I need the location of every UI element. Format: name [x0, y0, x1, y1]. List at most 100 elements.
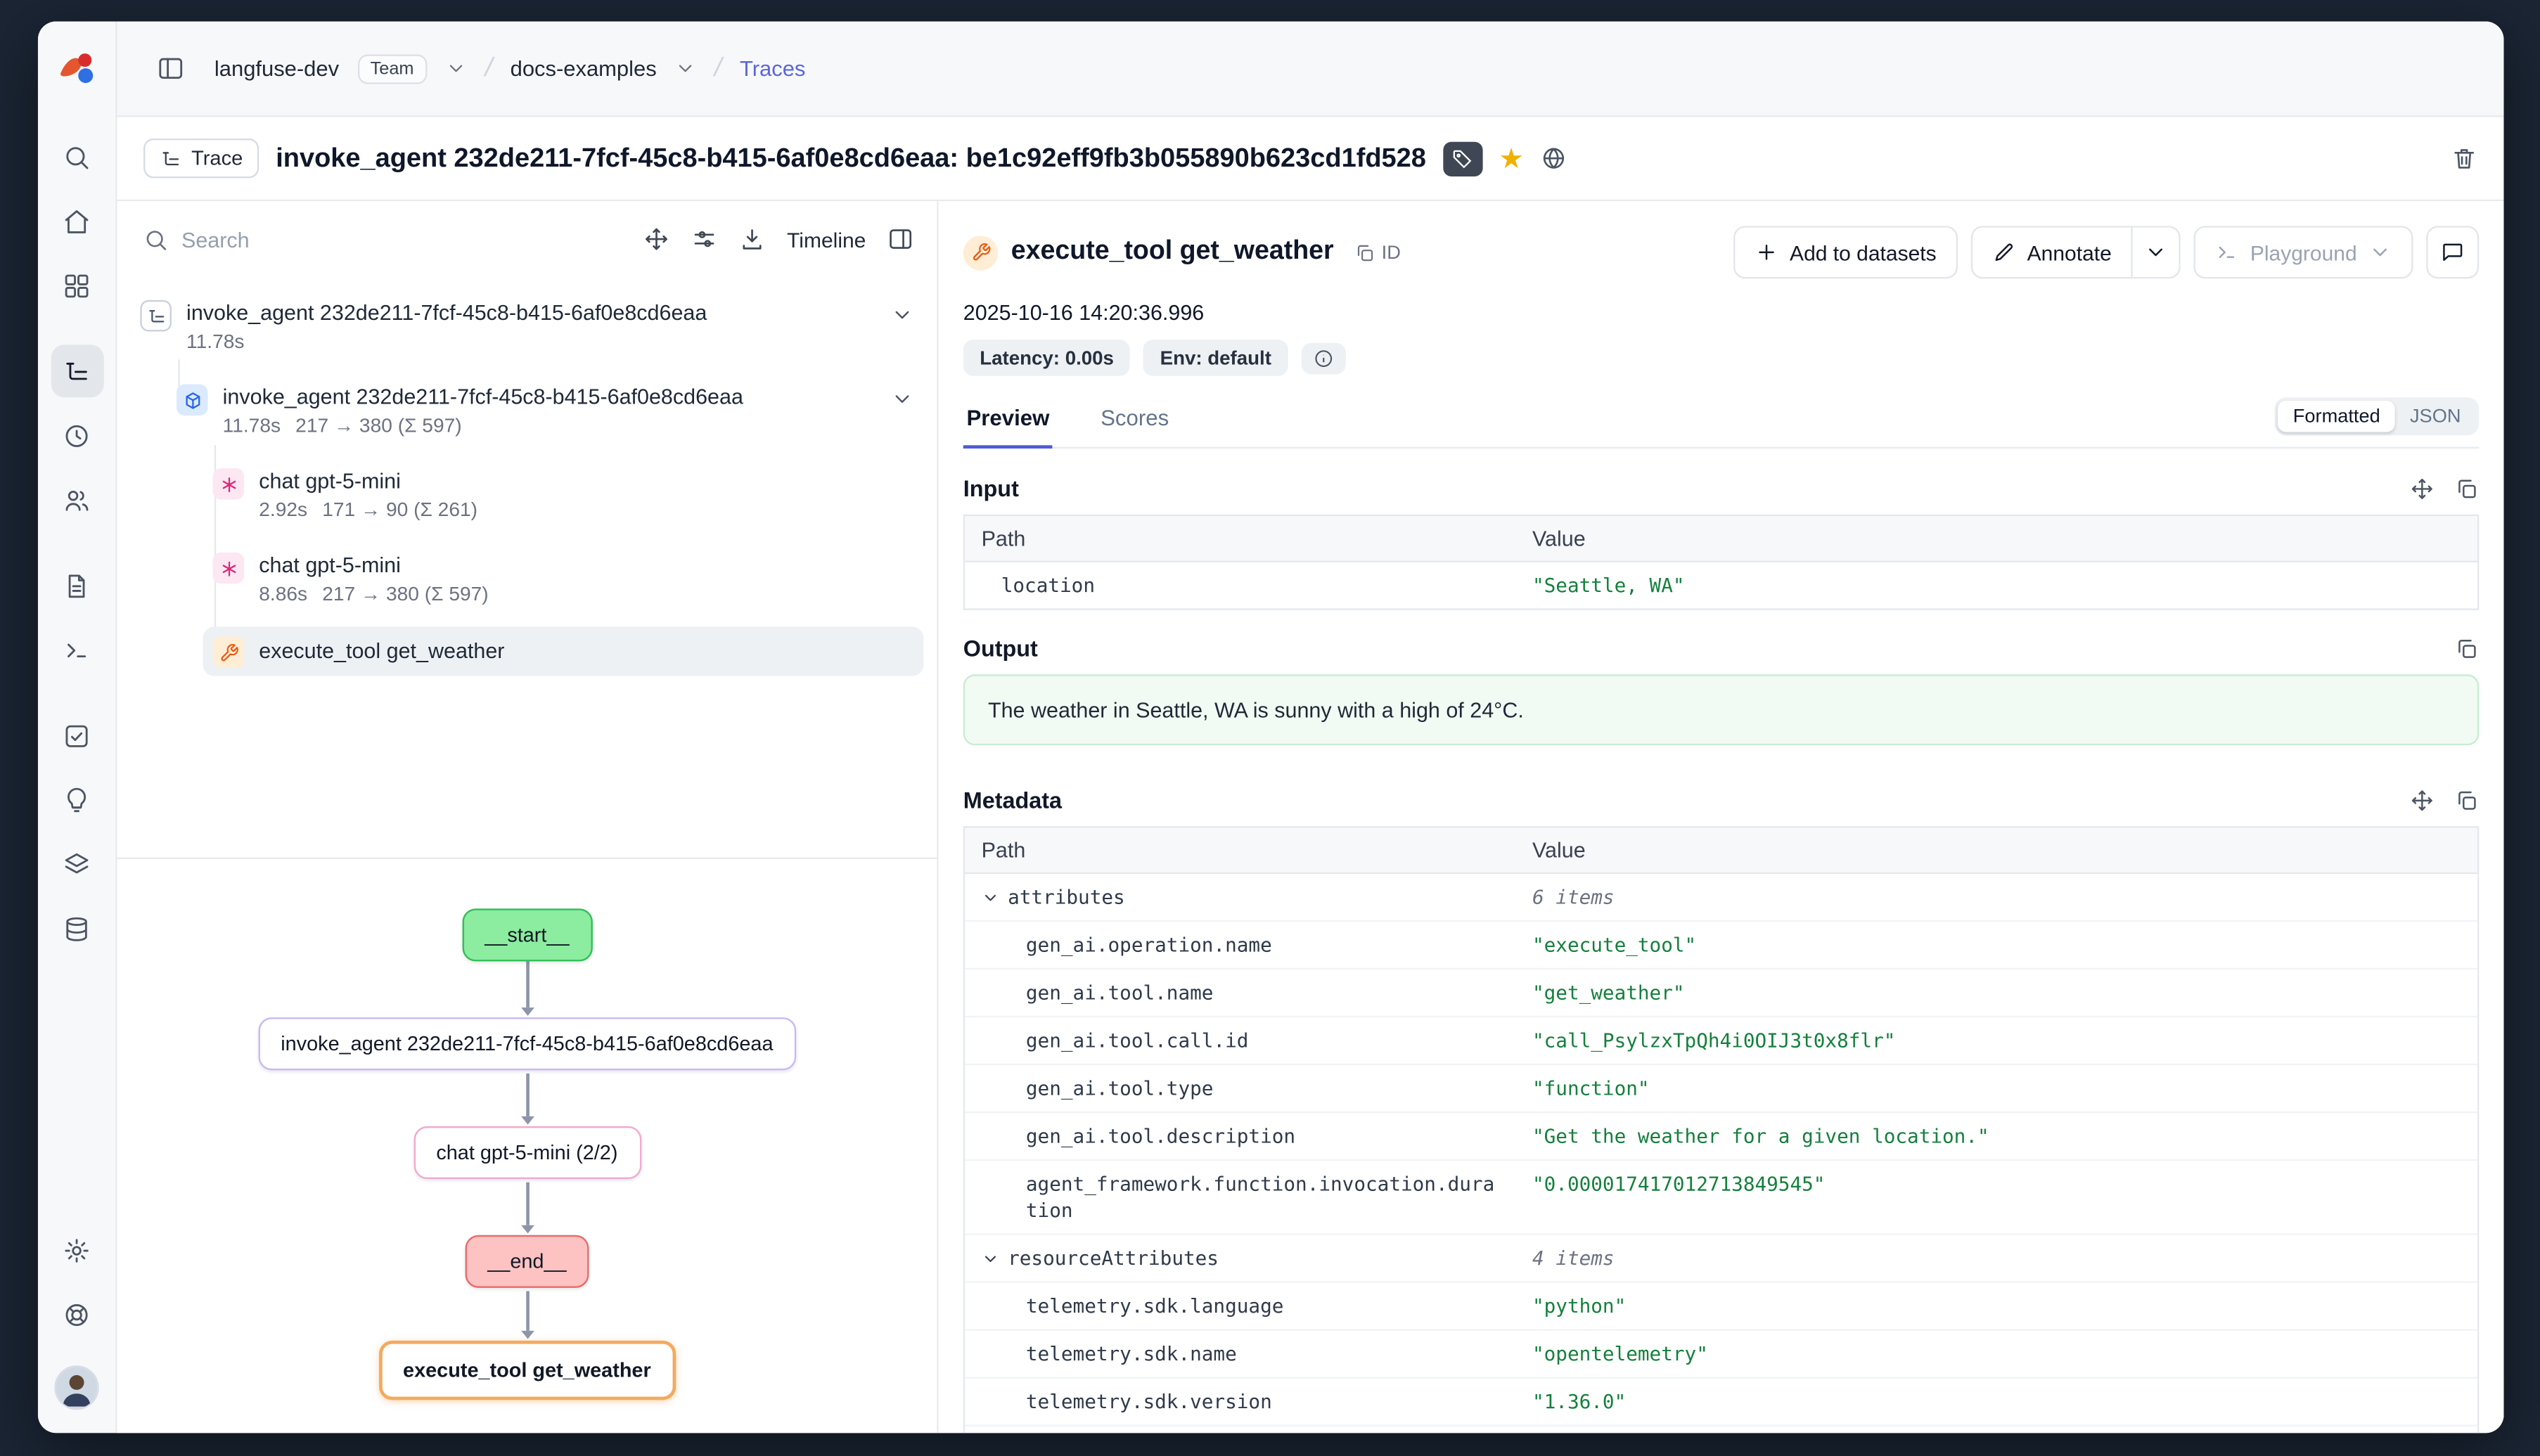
- kv-path: service.name: [965, 1426, 1522, 1433]
- tree-node-duration: 11.78s: [223, 414, 281, 437]
- nav-sidebar: [38, 21, 117, 1433]
- tab-preview[interactable]: Preview: [963, 396, 1053, 449]
- display-settings-icon[interactable]: [691, 226, 718, 252]
- tree-row-tool-selected[interactable]: execute_tool get_weather: [203, 626, 923, 676]
- timeline-toggle[interactable]: Timeline: [787, 227, 866, 252]
- input-table-header: Path Value: [965, 516, 2477, 562]
- graph-node-chat[interactable]: chat gpt-5-mini (2/2): [413, 1126, 641, 1179]
- pencil-icon: [1992, 240, 2015, 264]
- chevron-down-icon[interactable]: [891, 299, 914, 335]
- info-icon[interactable]: [1301, 342, 1345, 374]
- tree-node-label: invoke_agent 232de211-7fcf-45c8-b415-6af…: [186, 299, 707, 328]
- table-row-group[interactable]: resourceAttributes 4 items: [965, 1233, 2477, 1281]
- tree-node-tokens: 217 → 380 (Σ 597): [322, 582, 488, 605]
- tree-row-generation-1[interactable]: chat gpt-5-mini 2.92s171 → 90 (Σ 261): [203, 458, 923, 533]
- settings-icon[interactable]: [51, 1223, 103, 1276]
- detail-header: execute_tool get_weather ID Add to datas…: [963, 226, 2480, 278]
- add-to-datasets-button[interactable]: Add to datasets: [1733, 226, 1958, 278]
- star-icon[interactable]: ★: [1499, 144, 1524, 172]
- tracing-icon[interactable]: [51, 344, 103, 397]
- graph-node-agent[interactable]: invoke_agent 232de211-7fcf-45c8-b415-6af…: [257, 1017, 796, 1070]
- kv-path: location: [965, 562, 1522, 609]
- metadata-heading: Metadata: [963, 788, 1062, 813]
- tree-row-agent[interactable]: invoke_agent 232de211-7fcf-45c8-b415-6af…: [167, 374, 924, 449]
- table-row: gen_ai.operation.name "execute_tool": [965, 920, 2477, 968]
- badge-row: Latency: 0.00s Env: default: [963, 340, 2480, 376]
- copy-id-button[interactable]: ID: [1354, 242, 1401, 263]
- breadcrumb-org[interactable]: langfuse-dev: [214, 56, 339, 81]
- dashboards-icon[interactable]: [51, 259, 103, 311]
- user-avatar[interactable]: [54, 1365, 98, 1410]
- kv-value: "function": [1522, 1065, 2477, 1112]
- kv-value: "Seattle, WA": [1522, 562, 2477, 609]
- metadata-table-header: Path Value: [965, 827, 2477, 874]
- tree-node-label: chat gpt-5-mini: [259, 550, 488, 580]
- terminal-icon: [2216, 240, 2239, 264]
- prompts-icon[interactable]: [51, 559, 103, 612]
- copy-icon[interactable]: [2454, 788, 2479, 813]
- crosshair-icon[interactable]: [2410, 788, 2435, 813]
- collapse-panel-icon[interactable]: [887, 226, 914, 252]
- tag-icon[interactable]: [1442, 141, 1482, 176]
- input-table: Path Value location "Seattle, WA": [963, 515, 2480, 610]
- graph-node-start[interactable]: __start__: [461, 908, 592, 961]
- kv-value: "Get the weather for a given location.": [1522, 1113, 2477, 1159]
- annotate-button[interactable]: Annotate: [1971, 226, 2133, 278]
- breadcrumb-divider: /: [711, 53, 724, 83]
- table-row: gen_ai.tool.description "Get the weather…: [965, 1112, 2477, 1159]
- tree-row-trace[interactable]: invoke_agent 232de211-7fcf-45c8-b415-6af…: [130, 290, 923, 365]
- breadcrumb-project[interactable]: docs-examples: [511, 56, 657, 81]
- evaluations-icon[interactable]: [51, 709, 103, 762]
- playground-label: Playground: [2250, 240, 2357, 264]
- users-icon[interactable]: [51, 473, 103, 526]
- search-icon[interactable]: [51, 130, 103, 183]
- copy-icon[interactable]: [2454, 477, 2479, 501]
- crosshair-icon[interactable]: [643, 226, 670, 252]
- chevron-down-icon[interactable]: [674, 58, 695, 79]
- table-row: gen_ai.tool.type "function": [965, 1064, 2477, 1112]
- input-section-header: Input: [963, 477, 2480, 501]
- kv-value: "call_PsylzxTpQh4i0OIJ3t0x8flr": [1522, 1017, 2477, 1064]
- sidebar-toggle-icon[interactable]: [143, 42, 196, 95]
- format-formatted-option[interactable]: Formatted: [2278, 401, 2395, 432]
- insights-icon[interactable]: [51, 773, 103, 826]
- trace-type-icon: [160, 148, 181, 169]
- tree-node-duration: 2.92s: [259, 498, 307, 521]
- graph-node-tool-selected[interactable]: execute_tool get_weather: [378, 1341, 676, 1400]
- trash-icon[interactable]: [2451, 145, 2477, 172]
- home-icon[interactable]: [51, 195, 103, 247]
- annotate-dropdown-button[interactable]: [2133, 226, 2181, 278]
- sessions-icon[interactable]: [51, 409, 103, 462]
- chevron-down-icon[interactable]: [445, 58, 466, 79]
- content-split: Timeline invoke_agent 232de211-7fcf-45c8…: [117, 201, 2504, 1433]
- trace-icon: [140, 300, 172, 332]
- globe-icon[interactable]: [1540, 145, 1567, 172]
- comments-button[interactable]: [2426, 226, 2479, 278]
- table-row-group[interactable]: attributes 6 items: [965, 874, 2477, 920]
- datasets-icon[interactable]: [51, 838, 103, 891]
- support-icon[interactable]: [51, 1288, 103, 1341]
- env-badge: Env: default: [1143, 340, 1288, 376]
- playground-button[interactable]: Playground: [2194, 226, 2413, 278]
- table-row: location "Seattle, WA": [965, 562, 2477, 609]
- search-icon: [143, 227, 168, 252]
- detail-tabs: Preview Scores Formatted JSON: [963, 396, 2480, 449]
- search-input[interactable]: [181, 227, 412, 252]
- kv-value: "execute_tool": [1522, 922, 2477, 968]
- graph-node-end[interactable]: __end__: [464, 1235, 589, 1288]
- crosshair-icon[interactable]: [2410, 477, 2435, 501]
- tree-row-generation-2[interactable]: chat gpt-5-mini 8.86s217 → 380 (Σ 597): [203, 543, 923, 617]
- format-json-option[interactable]: JSON: [2395, 401, 2476, 432]
- kv-path: gen_ai.tool.call.id: [965, 1017, 1522, 1064]
- chevron-down-icon[interactable]: [982, 1249, 1000, 1268]
- chevron-down-icon[interactable]: [982, 888, 1000, 906]
- chevron-down-icon[interactable]: [891, 382, 914, 419]
- kv-path: resourceAttributes: [1008, 1245, 1219, 1272]
- exports-icon[interactable]: [51, 902, 103, 955]
- langfuse-logo[interactable]: [54, 46, 98, 91]
- playground-icon[interactable]: [51, 624, 103, 676]
- copy-icon[interactable]: [2454, 636, 2479, 661]
- tab-scores[interactable]: Scores: [1097, 396, 1172, 449]
- breadcrumb-traces-link[interactable]: Traces: [740, 56, 805, 81]
- download-icon[interactable]: [739, 226, 766, 252]
